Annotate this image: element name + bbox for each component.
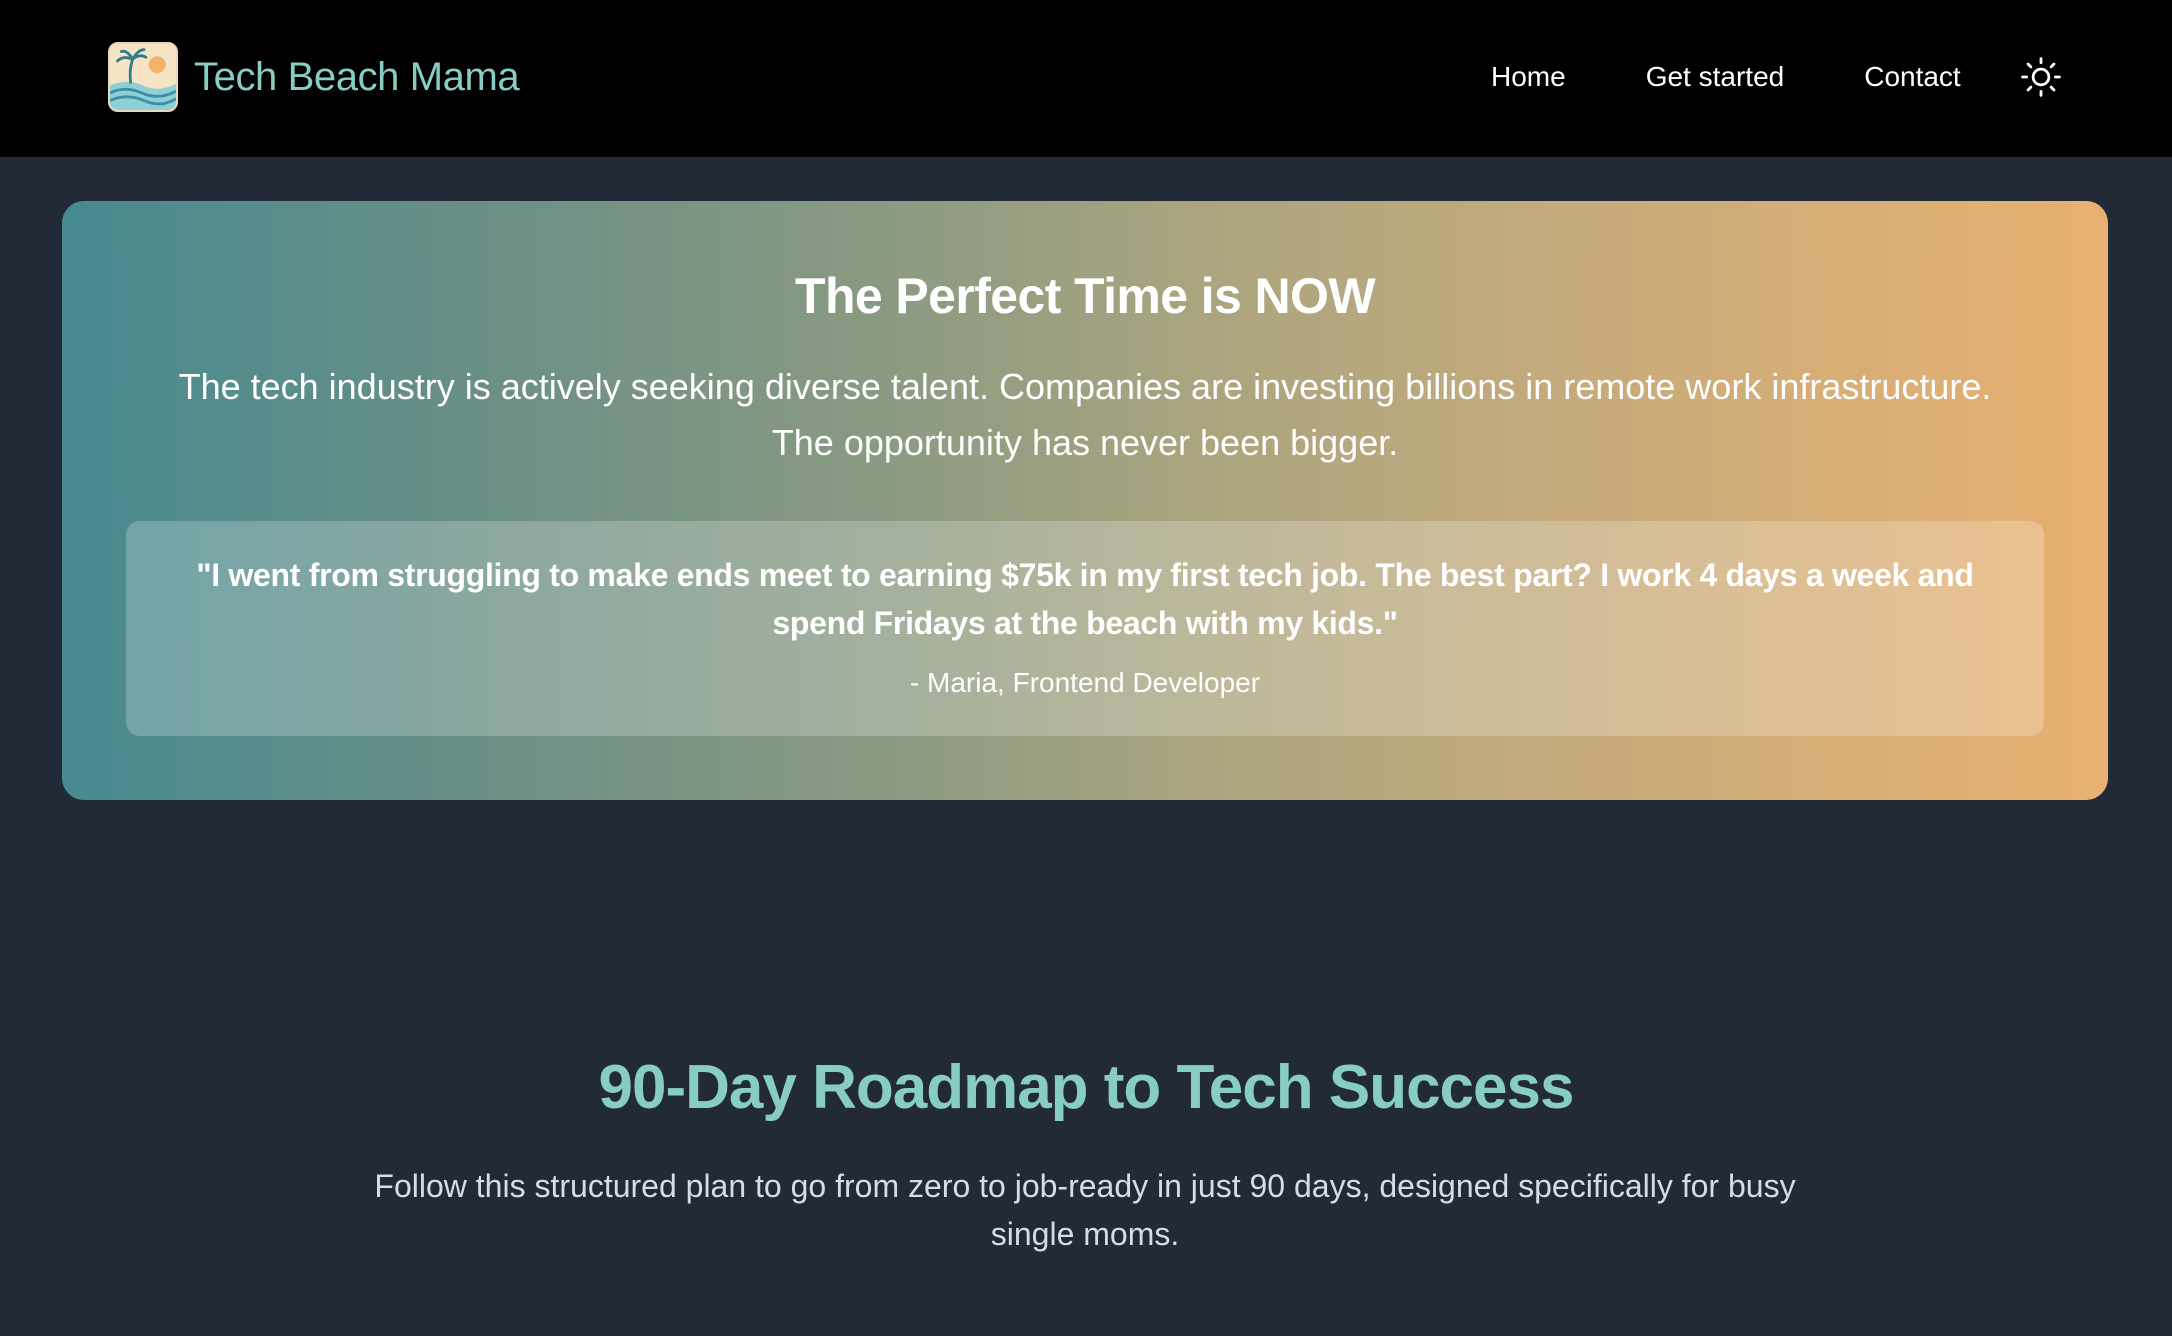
nav-link-home[interactable]: Home: [1491, 61, 1566, 93]
navbar: Tech Beach Mama Home Get started Contact: [0, 0, 2172, 157]
testimonial-author: - Maria, Frontend Developer: [909, 667, 1261, 698]
hero-title: The Perfect Time is NOW: [795, 268, 1375, 324]
hero-card: The Perfect Time is NOW The tech industr…: [62, 201, 2108, 800]
testimonial-text: "I went from struggling to make ends mee…: [196, 557, 1974, 641]
nav-link-contact[interactable]: Contact: [1864, 61, 1961, 93]
testimonial-quote: "I went from struggling to make ends mee…: [126, 521, 2044, 736]
sun-icon: [2020, 56, 2062, 98]
theme-toggle-button[interactable]: [2020, 56, 2062, 98]
nav-link-get-started[interactable]: Get started: [1646, 61, 1785, 93]
nav-links: Home Get started Contact: [1491, 52, 2041, 102]
brand-link[interactable]: Tech Beach Mama: [108, 42, 520, 112]
roadmap-subtitle: Follow this structured plan to go from z…: [374, 1168, 1796, 1252]
roadmap-title: 90-Day Roadmap to Tech Success: [598, 1053, 1575, 1122]
palm-beach-logo-icon: [108, 42, 178, 112]
brand-name: Tech Beach Mama: [194, 54, 520, 99]
hero-description: The tech industry is actively seeking di…: [178, 366, 1992, 463]
